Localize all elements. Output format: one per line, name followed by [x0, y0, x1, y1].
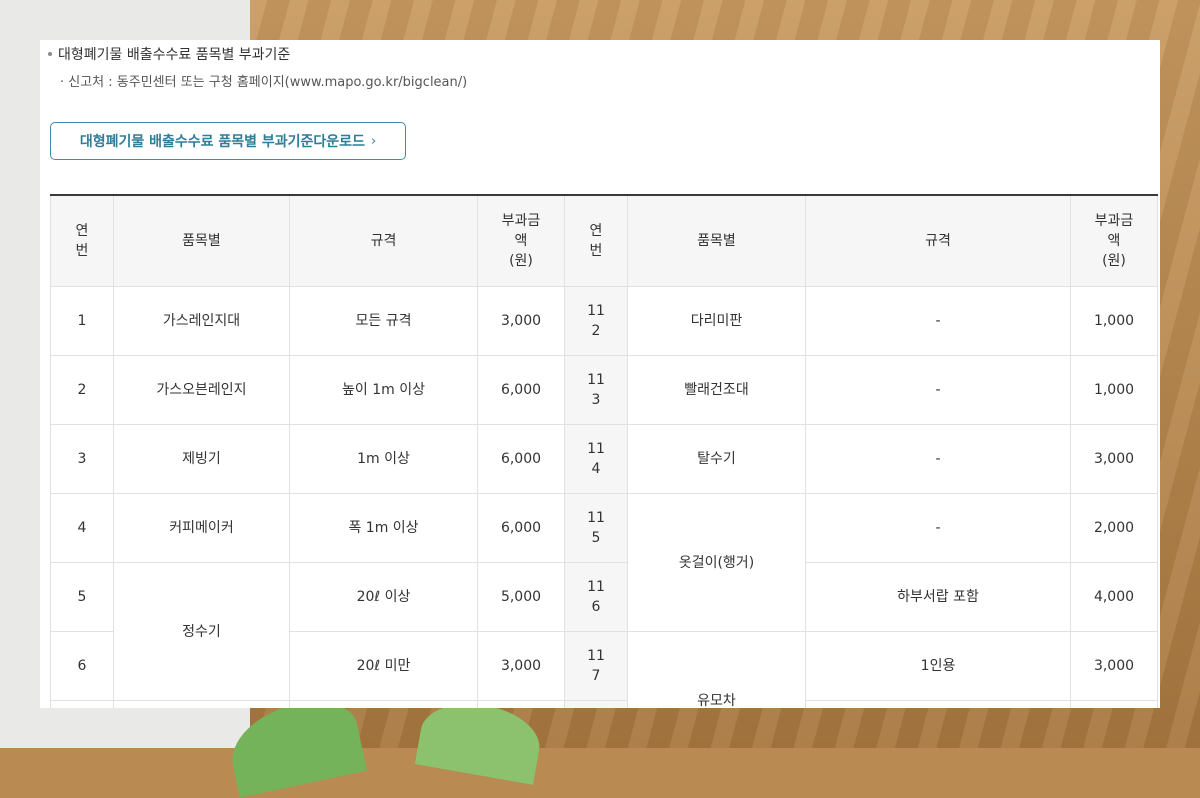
- notice-title: 대형폐기물 배출수수료 품목별 부과기준: [58, 47, 291, 63]
- cell-fee: 1,000: [1070, 355, 1158, 425]
- download-fee-standard-button[interactable]: 대형폐기물 배출수수료 품목별 부과기준다운로드 ›: [50, 122, 406, 160]
- header-no: 연번: [50, 194, 114, 287]
- cell-no: 11 3: [564, 355, 628, 425]
- cell-spec: -: [805, 493, 1071, 563]
- cell-item: 가스레인지대: [113, 286, 290, 356]
- cell-spec: 하부서랍 포함: [805, 562, 1071, 632]
- cell-fee: 4,000: [1070, 562, 1158, 632]
- cell-spec: 1인용: [805, 631, 1071, 701]
- cell-item: 커피메이커: [113, 493, 290, 563]
- cell-no: 11 5: [564, 493, 628, 563]
- cell-fee: 2,000: [1070, 493, 1158, 563]
- cell-spec: [805, 700, 1071, 708]
- cell-spec: -: [805, 424, 1071, 494]
- cell-spec: 모든 규격: [289, 286, 478, 356]
- table-header-row: 연번 품목별 규격 부과금 액 (원) 연번 품목별 규격 부과금 액 (원): [50, 194, 1158, 287]
- header-no: 연번: [564, 194, 628, 287]
- cell-fee: 1,000: [1070, 286, 1158, 356]
- report-location-text: · 신고처 : 동주민센터 또는 구청 홈페이지(www.mapo.go.kr/…: [60, 75, 468, 90]
- cell-no: 11 4: [564, 424, 628, 494]
- cell-fee: 3,000: [1070, 631, 1158, 701]
- cell-spec: 20ℓ 미만: [289, 631, 478, 701]
- cell-spec: 높이 1m 이상: [289, 355, 478, 425]
- cell-no: 4: [50, 493, 114, 563]
- cell-spec: -: [805, 355, 1071, 425]
- header-spec: 규격: [805, 194, 1071, 287]
- cell-fee: 6,000: [477, 424, 565, 494]
- bullet-icon: [48, 52, 52, 56]
- download-button-label: 대형폐기물 배출수수료 품목별 부과기준다운로드: [79, 134, 365, 150]
- cell-spec: 폭 1m 이상: [289, 493, 478, 563]
- cell-fee: 5,000: [477, 562, 565, 632]
- fee-table: 연번 품목별 규격 부과금 액 (원) 연번 품목별 규격 부과금 액 (원) 1 가스…: [50, 194, 1158, 708]
- cell-no: [564, 700, 628, 708]
- notice-heading: 대형폐기물 배출수수료 품목별 부과기준: [48, 44, 290, 64]
- cell-no: 6: [50, 631, 114, 701]
- table-row: 5 정수기 20ℓ 이상 5,000 11 6 하부서랍 포함 4,000: [50, 562, 1158, 701]
- header-fee: 부과금 액 (원): [477, 194, 565, 287]
- cell-no: 5: [50, 562, 114, 632]
- cell-item: 빨래건조대: [627, 355, 806, 425]
- cell-item: 가스오븐레인지: [113, 355, 290, 425]
- cell-no: 11 2: [564, 286, 628, 356]
- cell-fee: 6,000: [477, 355, 565, 425]
- cell-no: 1: [50, 286, 114, 356]
- table-row: 2 가스오븐레인지 높이 1m 이상 6,000 11 3 빨래건조대 - 1,0…: [50, 355, 1158, 425]
- cell-spec: 1m 이상: [289, 424, 478, 494]
- cell-fee: [1070, 700, 1158, 708]
- cell-no: 11 6: [564, 562, 628, 632]
- cell-spec: 20ℓ 이상: [289, 562, 478, 632]
- cell-spec: [289, 700, 478, 708]
- chevron-right-icon: ›: [370, 133, 377, 149]
- cell-item: [113, 700, 290, 708]
- cell-item: 탈수기: [627, 424, 806, 494]
- header-fee: 부과금 액 (원): [1070, 194, 1158, 287]
- cell-no: 11 7: [564, 631, 628, 701]
- header-item: 품목별: [113, 194, 290, 287]
- header-item: 품목별: [627, 194, 806, 287]
- cell-no: 2: [50, 355, 114, 425]
- content-panel: 대형폐기물 배출수수료 품목별 부과기준 · 신고처 : 동주민센터 또는 구청…: [40, 40, 1160, 708]
- cell-no: 3: [50, 424, 114, 494]
- cell-item: 옷걸이(행거): [627, 493, 806, 632]
- cell-fee: [477, 700, 565, 708]
- cell-spec: -: [805, 286, 1071, 356]
- table-row: 3 제빙기 1m 이상 6,000 11 4 탈수기 - 3,000: [50, 424, 1158, 494]
- table-row: [50, 700, 1158, 708]
- header-spec: 규격: [289, 194, 478, 287]
- cell-item: 다리미판: [627, 286, 806, 356]
- table-row: 1 가스레인지대 모든 규격 3,000 11 2 다리미판 - 1,000: [50, 286, 1158, 356]
- cell-no: [50, 700, 114, 708]
- cell-fee: 6,000: [477, 493, 565, 563]
- cell-fee: 3,000: [477, 631, 565, 701]
- cell-item: 정수기: [113, 562, 290, 701]
- cell-fee: 3,000: [1070, 424, 1158, 494]
- table-row: 4 커피메이커 폭 1m 이상 6,000 11 5 옷걸이(행거) - 2,00…: [50, 493, 1158, 632]
- cell-item: 제빙기: [113, 424, 290, 494]
- cell-fee: 3,000: [477, 286, 565, 356]
- cell-item: 유모차: [627, 631, 806, 708]
